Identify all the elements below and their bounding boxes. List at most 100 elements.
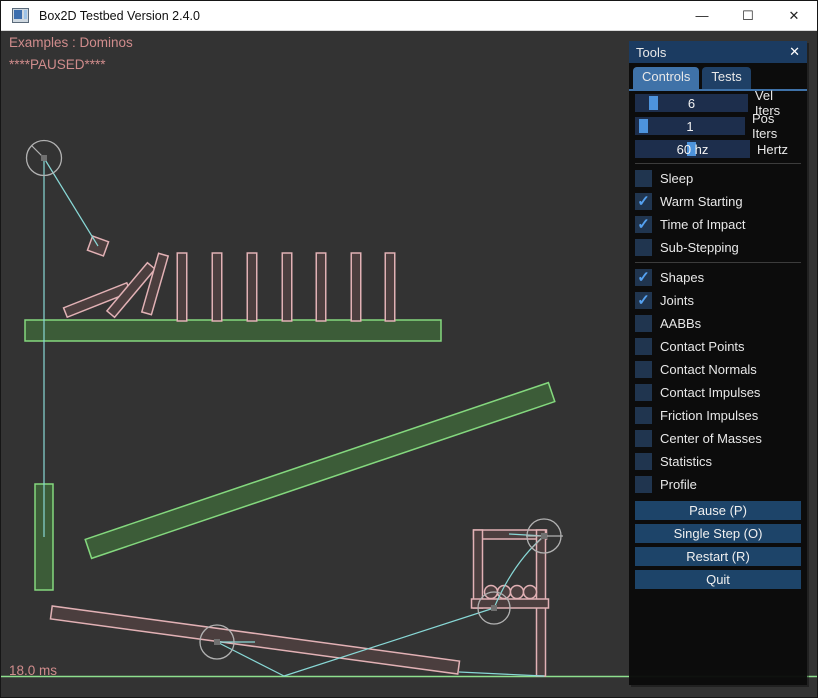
checkbox-label: Joints xyxy=(660,293,694,308)
domino-upright-1 xyxy=(177,253,187,321)
app-window: Box2D Testbed Version 2.4.0 — ☐ ✕ Exampl… xyxy=(0,0,818,698)
panel-close-icon[interactable]: ✕ xyxy=(789,44,800,60)
window-title: Box2D Testbed Version 2.4.0 xyxy=(39,9,200,23)
checkbox-row-friction-impulses[interactable]: Friction Impulses xyxy=(635,407,801,424)
checkbox-row-warm-starting[interactable]: ✓ Warm Starting xyxy=(635,193,801,210)
checkbox[interactable] xyxy=(635,430,652,447)
body-center-3 xyxy=(541,533,547,539)
checkbox-row-sub-stepping[interactable]: Sub-Stepping xyxy=(635,239,801,256)
checkbox-row-center-of-masses[interactable]: Center of Masses xyxy=(635,430,801,447)
checkbox-label: Contact Normals xyxy=(660,362,757,377)
example-label: Examples : Dominos xyxy=(9,35,133,50)
checkbox-label: Contact Impulses xyxy=(660,385,760,400)
checkbox[interactable] xyxy=(635,338,652,355)
slider-value: 1 xyxy=(635,117,745,135)
close-button[interactable]: ✕ xyxy=(771,1,817,30)
frame-left-post xyxy=(474,530,483,608)
checkbox-row-sleep[interactable]: Sleep xyxy=(635,170,801,187)
tab-tests[interactable]: Tests xyxy=(702,67,750,89)
checkbox-label: Profile xyxy=(660,477,697,492)
domino-fallen-3 xyxy=(142,253,168,314)
pause-p-button[interactable]: Pause (P) xyxy=(635,501,801,520)
slider-label: Pos Iters xyxy=(752,111,801,141)
checkbox-row-contact-impulses[interactable]: Contact Impulses xyxy=(635,384,801,401)
checkbox-row-profile[interactable]: Profile xyxy=(635,476,801,493)
slider-group: 6Vel Iters1Pos Iters60 hzHertz xyxy=(635,94,801,158)
separator xyxy=(635,163,801,164)
checkbox-label: AABBs xyxy=(660,316,701,331)
title-bar: Box2D Testbed Version 2.4.0 — ☐ ✕ xyxy=(1,1,817,31)
restart-r-button[interactable]: Restart (R) xyxy=(635,547,801,566)
slider-value: 60 hz xyxy=(635,140,750,158)
checkbox-label: Time of Impact xyxy=(660,217,745,232)
domino-upright-7 xyxy=(385,253,395,321)
tab-bar: ControlsTests xyxy=(629,63,807,89)
checkbox-label: Statistics xyxy=(660,454,712,469)
checkbox-label: Warm Starting xyxy=(660,194,743,209)
domino-upright-4 xyxy=(282,253,292,321)
body-center-1 xyxy=(41,155,47,161)
checkbox-row-contact-normals[interactable]: Contact Normals xyxy=(635,361,801,378)
quit-button[interactable]: Quit xyxy=(635,570,801,589)
checkbox-label: Contact Points xyxy=(660,339,745,354)
ball-4 xyxy=(524,586,537,599)
tools-panel: Tools ✕ ControlsTests 6Vel Iters1Pos Ite… xyxy=(629,41,807,685)
domino-upright-6 xyxy=(351,253,361,321)
slider-row: 6Vel Iters xyxy=(635,94,801,112)
checkbox[interactable] xyxy=(635,361,652,378)
ball-3 xyxy=(511,586,524,599)
checkbox-row-time-of-impact[interactable]: ✓ Time of Impact xyxy=(635,216,801,233)
paused-label: ****PAUSED**** xyxy=(9,57,106,72)
domino-upright-2 xyxy=(212,253,222,321)
slider-value: 6 xyxy=(635,94,748,112)
tools-panel-header[interactable]: Tools ✕ xyxy=(629,41,807,63)
slider-track[interactable]: 1 xyxy=(635,117,745,135)
checkbox[interactable] xyxy=(635,384,652,401)
checkbox-label: Sub-Stepping xyxy=(660,240,739,255)
panel-content: 6Vel Iters1Pos Iters60 hzHertz Sleep✓War… xyxy=(629,91,807,589)
frame-time-label: 18.0 ms xyxy=(9,663,57,678)
checkbox[interactable] xyxy=(635,453,652,470)
checkbox[interactable]: ✓ xyxy=(635,292,652,309)
checkbox-label: Friction Impulses xyxy=(660,408,758,423)
panel-title: Tools xyxy=(636,45,789,60)
tab-controls[interactable]: Controls xyxy=(633,67,699,89)
checkbox-row-statistics[interactable]: Statistics xyxy=(635,453,801,470)
slider-row: 1Pos Iters xyxy=(635,117,801,135)
checkbox-row-joints[interactable]: ✓ Joints xyxy=(635,292,801,309)
app-icon xyxy=(12,8,29,23)
checkbox[interactable] xyxy=(635,170,652,187)
domino-upright-5 xyxy=(316,253,326,321)
checkbox-row-aabbs[interactable]: AABBs xyxy=(635,315,801,332)
slider-row: 60 hz Hertz xyxy=(635,140,801,158)
checkbox-group-draw: ✓ Shapes ✓ Joints AABBs Contact Points Contact… xyxy=(635,269,801,493)
checkbox[interactable] xyxy=(635,315,652,332)
checkbox-label: Center of Masses xyxy=(660,431,762,446)
checkbox[interactable]: ✓ xyxy=(635,193,652,210)
checkbox[interactable] xyxy=(635,239,652,256)
separator xyxy=(635,262,801,263)
checkbox-row-contact-points[interactable]: Contact Points xyxy=(635,338,801,355)
checkbox[interactable]: ✓ xyxy=(635,269,652,286)
checkbox-group-sim: Sleep ✓ Warm Starting ✓ Time of Impact Sub-St… xyxy=(635,170,801,256)
slider-label: Hertz xyxy=(757,142,788,157)
slider-track[interactable]: 6 xyxy=(635,94,748,112)
joint-line-bob xyxy=(44,158,98,246)
slider-track[interactable]: 60 hz xyxy=(635,140,750,158)
platform xyxy=(25,320,441,341)
body-center-2 xyxy=(214,639,220,645)
single-step-o-button[interactable]: Single Step (O) xyxy=(635,524,801,543)
checkbox[interactable] xyxy=(635,407,652,424)
checkbox[interactable]: ✓ xyxy=(635,216,652,233)
body-center-4 xyxy=(491,605,497,611)
minimize-button[interactable]: — xyxy=(679,1,725,30)
checkbox-label: Sleep xyxy=(660,171,693,186)
button-group: Pause (P) Single Step (O) Restart (R) Quit xyxy=(635,501,801,589)
seesaw-plank xyxy=(50,606,459,674)
maximize-button[interactable]: ☐ xyxy=(725,1,771,30)
checkbox-row-shapes[interactable]: ✓ Shapes xyxy=(635,269,801,286)
checkbox-label: Shapes xyxy=(660,270,704,285)
window-controls: — ☐ ✕ xyxy=(679,1,817,30)
domino-upright-3 xyxy=(247,253,257,321)
checkbox[interactable] xyxy=(635,476,652,493)
